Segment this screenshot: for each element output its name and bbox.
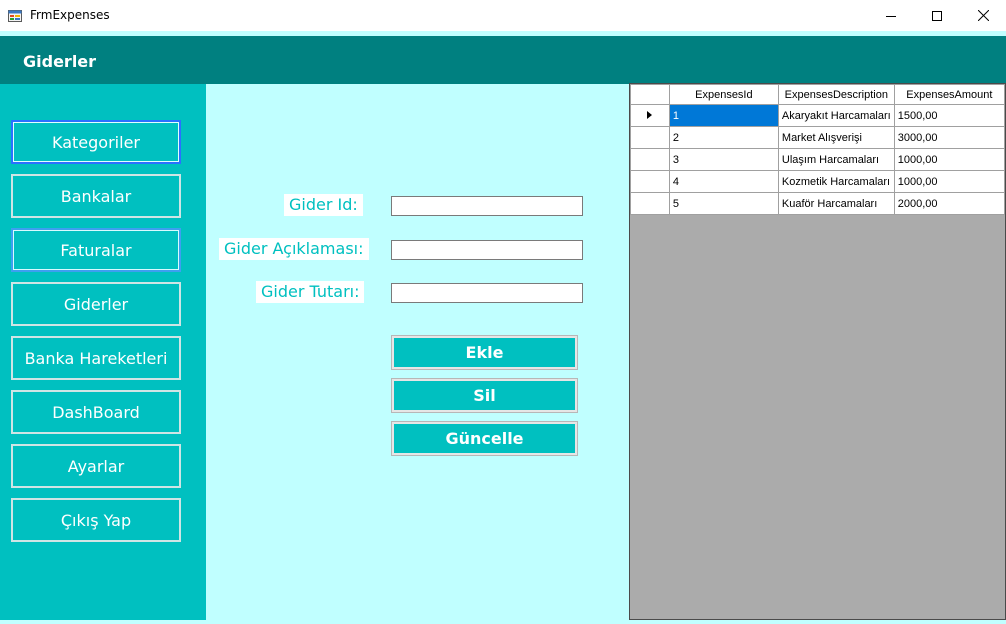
window-title: FrmExpenses (30, 8, 110, 22)
table-cell[interactable]: 1000,00 (893, 170, 1005, 193)
form-icon (8, 8, 22, 22)
table-cell[interactable]: 3 (668, 148, 779, 171)
table-cell[interactable]: Akaryakıt Harcamaları (777, 104, 895, 127)
sidebar-item-banka-hareketleri[interactable]: Banka Hareketleri (11, 336, 181, 380)
column-header-expenses-description[interactable]: ExpensesDescription (777, 84, 895, 105)
table-cell[interactable]: Market Alışverişi (777, 126, 895, 149)
expense-form: Gider Id: Gider Açıklaması: Gider Tutarı… (206, 84, 629, 620)
expense-id-label: Gider Id: (284, 194, 363, 216)
expenses-grid[interactable]: ExpensesId ExpensesDescription ExpensesA… (629, 83, 1006, 620)
close-button[interactable] (960, 0, 1006, 31)
sidebar-item-giderler[interactable]: Giderler (11, 282, 181, 326)
table-row[interactable]: 3 Ulaşım Harcamaları 1000,00 (630, 148, 1005, 171)
table-cell[interactable]: Ulaşım Harcamaları (777, 148, 895, 171)
expense-description-label: Gider Açıklaması: (219, 238, 369, 260)
table-cell[interactable]: 1000,00 (893, 148, 1005, 171)
table-row[interactable]: 1 Akaryakıt Harcamaları 1500,00 (630, 104, 1005, 127)
table-row[interactable]: 5 Kuaför Harcamaları 2000,00 (630, 192, 1005, 215)
expense-amount-input[interactable] (391, 283, 583, 303)
delete-button-label: Sil (394, 381, 575, 410)
sidebar-item-dashboard[interactable]: DashBoard (11, 390, 181, 434)
sidebar-item-cikis-yap[interactable]: Çıkış Yap (11, 498, 181, 542)
sidebar: Kategoriler Bankalar Faturalar Giderler … (0, 84, 206, 620)
row-header[interactable] (630, 126, 670, 149)
table-row[interactable]: 2 Market Alışverişi 3000,00 (630, 126, 1005, 149)
sidebar-item-bankalar[interactable]: Bankalar (11, 174, 181, 218)
add-button[interactable]: Ekle (391, 335, 578, 370)
table-row[interactable]: 4 Kozmetik Harcamaları 1000,00 (630, 170, 1005, 193)
column-header-expenses-id[interactable]: ExpensesId (668, 84, 779, 105)
minimize-icon (886, 15, 896, 17)
table-cell[interactable]: 4 (668, 170, 779, 193)
column-header-expenses-amount[interactable]: ExpensesAmount (893, 84, 1005, 105)
current-row-arrow-icon (647, 110, 653, 119)
maximize-button[interactable] (914, 0, 960, 31)
table-cell[interactable]: Kozmetik Harcamaları (777, 170, 895, 193)
expense-id-input[interactable] (391, 196, 583, 216)
sidebar-item-kategoriler[interactable]: Kategoriler (11, 120, 181, 164)
table-cell[interactable]: 5 (668, 192, 779, 215)
sidebar-item-ayarlar[interactable]: Ayarlar (11, 444, 181, 488)
page-title: Giderler (23, 52, 97, 71)
update-button[interactable]: Güncelle (391, 421, 578, 456)
delete-button[interactable]: Sil (391, 378, 578, 413)
row-header[interactable] (630, 170, 670, 193)
title-bar: FrmExpenses (0, 0, 1006, 31)
table-cell[interactable]: 2000,00 (893, 192, 1005, 215)
expenses-table: ExpensesId ExpensesDescription ExpensesA… (630, 84, 1005, 215)
add-button-label: Ekle (394, 338, 575, 367)
expense-amount-label: Gider Tutarı: (256, 281, 365, 303)
table-cell[interactable]: 2 (668, 126, 779, 149)
table-cell[interactable]: 1 (668, 104, 779, 127)
grid-header-row: ExpensesId ExpensesDescription ExpensesA… (630, 84, 1005, 105)
grid-corner-header[interactable] (630, 84, 670, 105)
row-header[interactable] (630, 148, 670, 171)
window-bottom-border (0, 620, 1006, 624)
page-header: Giderler (0, 36, 1006, 84)
maximize-icon (932, 10, 942, 21)
update-button-label: Güncelle (394, 424, 575, 453)
table-cell[interactable]: 3000,00 (893, 126, 1005, 149)
sidebar-item-faturalar[interactable]: Faturalar (11, 228, 181, 272)
table-cell[interactable]: 1500,00 (893, 104, 1005, 127)
expense-description-input[interactable] (391, 240, 583, 260)
row-header[interactable] (630, 192, 670, 215)
minimize-button[interactable] (868, 0, 914, 31)
table-cell[interactable]: Kuaför Harcamaları (777, 192, 895, 215)
row-header[interactable] (630, 104, 670, 127)
close-icon (977, 10, 989, 21)
